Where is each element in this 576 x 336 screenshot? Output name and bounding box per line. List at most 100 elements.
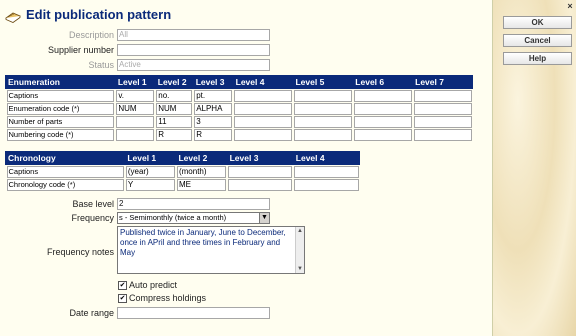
row-label: Enumeration code (*) <box>6 102 115 115</box>
frequency-notes-label: Frequency notes <box>46 247 114 257</box>
enum-cell-input[interactable]: R <box>194 128 233 141</box>
description-label: Description <box>68 30 114 40</box>
enumeration-table: Enumeration Level 1 Level 2 Level 3 Leve… <box>5 75 473 141</box>
enum-cell-input[interactable] <box>353 102 412 115</box>
enum-cell-input[interactable] <box>353 115 412 128</box>
frequency-notes-text: Published twice in January, June to Dece… <box>120 228 286 257</box>
row-label-cell: Enumeration code (*) <box>5 102 116 115</box>
scroll-down-icon[interactable]: ▼ <box>296 265 304 273</box>
row-label-cell: Captions <box>5 88 116 102</box>
scrollbar[interactable]: ▲ ▼ <box>295 227 304 273</box>
enum-cell-input[interactable] <box>234 102 292 115</box>
row-label-cell: Numbering code (*) <box>5 128 116 141</box>
enumeration-header-row: Enumeration Level 1 Level 2 Level 3 Leve… <box>5 75 473 89</box>
frequency-select[interactable]: s - Semimonthly (twice a month) ▼ <box>117 212 270 224</box>
ok-button[interactable]: OK <box>503 16 572 29</box>
enum-cell-input[interactable]: 3 <box>194 115 233 128</box>
row-label-cell: Captions <box>5 164 125 178</box>
enum-level-header: Level 2 <box>154 75 194 89</box>
enum-cell-input[interactable]: NUM <box>156 102 193 115</box>
table-row: Captions v. no. pt. <box>5 88 473 102</box>
date-range-input[interactable] <box>117 307 270 319</box>
cancel-button[interactable]: Cancel <box>503 34 572 47</box>
enum-cell-input[interactable] <box>353 89 412 102</box>
chevron-down-icon[interactable]: ▼ <box>259 213 269 223</box>
page-title: Edit publication pattern <box>26 7 172 22</box>
enum-cell-input[interactable]: NUM <box>116 102 155 115</box>
chron-level-header: Level 3 <box>226 151 294 165</box>
compress-holdings-checkbox[interactable]: ✔ <box>118 294 127 303</box>
chron-cell-input[interactable]: Y <box>125 178 175 191</box>
help-button[interactable]: Help <box>503 52 572 65</box>
enum-cell-input[interactable] <box>293 115 352 128</box>
table-row: Number of parts 11 3 <box>5 115 473 128</box>
enum-cell-input[interactable] <box>116 128 155 141</box>
chron-cell-input[interactable]: ME <box>176 178 227 191</box>
row-label: Numbering code (*) <box>6 128 115 141</box>
chron-cell-input[interactable] <box>228 165 293 178</box>
chron-level-header: Level 4 <box>292 151 361 165</box>
enum-cell-input[interactable]: ALPHA <box>194 102 233 115</box>
chron-level-header: Level 1 <box>124 151 177 165</box>
row-label: Captions <box>6 165 124 178</box>
base-level-input[interactable]: 2 <box>117 198 270 210</box>
base-level-label: Base level <box>72 199 114 209</box>
chron-cell-input[interactable]: (year) <box>125 165 175 178</box>
table-row: Chronology code (*) Y ME <box>5 178 360 191</box>
row-label: Captions <box>6 89 115 102</box>
chron-cell-input[interactable]: (month) <box>176 165 227 178</box>
frequency-notes-textarea[interactable]: Published twice in January, June to Dece… <box>117 226 305 274</box>
enum-cell-input[interactable]: v. <box>116 89 155 102</box>
enum-cell-input[interactable] <box>413 115 472 128</box>
frequency-label: Frequency <box>71 213 114 223</box>
enum-cell-input[interactable]: R <box>156 128 193 141</box>
enum-cell-input[interactable] <box>116 115 155 128</box>
enum-cell-input[interactable]: pt. <box>194 89 233 102</box>
chronology-header: Chronology <box>4 151 126 165</box>
table-row: Enumeration code (*) NUM NUM ALPHA <box>5 102 473 115</box>
chron-cell-input[interactable] <box>294 165 359 178</box>
chron-cell-input[interactable] <box>228 178 293 191</box>
enum-cell-input[interactable] <box>353 128 412 141</box>
auto-predict-checkbox[interactable]: ✔ <box>118 281 127 290</box>
supplier-number-input[interactable] <box>117 44 270 56</box>
enum-cell-input[interactable] <box>293 89 352 102</box>
chronology-header-row: Chronology Level 1 Level 2 Level 3 Level… <box>4 151 361 165</box>
close-icon[interactable]: × <box>566 2 574 11</box>
enum-level-header: Level 1 <box>114 75 156 89</box>
description-input[interactable]: All <box>117 29 270 41</box>
row-label-cell: Number of parts <box>5 115 116 128</box>
date-range-label: Date range <box>69 308 114 318</box>
enum-cell-input[interactable]: no. <box>156 89 193 102</box>
enum-cell-input[interactable] <box>234 115 292 128</box>
book-icon <box>5 12 21 23</box>
enum-level-header: Level 6 <box>352 75 414 89</box>
status-input[interactable]: Active <box>117 59 270 71</box>
enum-level-header: Level 7 <box>412 75 473 89</box>
enum-cell-input[interactable] <box>293 102 352 115</box>
row-label-cell: Chronology code (*) <box>5 178 125 191</box>
status-label: Status <box>88 60 114 70</box>
supplier-number-label: Supplier number <box>47 45 114 55</box>
scroll-up-icon[interactable]: ▲ <box>296 227 304 235</box>
chron-cell-input[interactable] <box>294 178 359 191</box>
enum-cell-input[interactable] <box>234 128 292 141</box>
row-label: Number of parts <box>6 115 115 128</box>
enum-level-header: Level 3 <box>192 75 234 89</box>
enum-level-header: Level 5 <box>292 75 354 89</box>
enum-cell-input[interactable] <box>413 89 472 102</box>
enum-cell-input[interactable]: 11 <box>156 115 193 128</box>
chronology-table: Chronology Level 1 Level 2 Level 3 Level… <box>4 151 361 191</box>
enumeration-header: Enumeration <box>5 75 116 89</box>
side-panel: × OK Cancel Help <box>493 0 576 336</box>
frequency-selected-value: s - Semimonthly (twice a month) <box>119 213 227 222</box>
enum-cell-input[interactable] <box>234 89 292 102</box>
enum-cell-input[interactable] <box>413 102 472 115</box>
enum-cell-input[interactable] <box>413 128 472 141</box>
enum-cell-input[interactable] <box>293 128 352 141</box>
enum-level-header: Level 4 <box>232 75 294 89</box>
table-row: Captions (year) (month) <box>5 164 360 178</box>
chron-level-header: Level 2 <box>175 151 228 165</box>
row-label: Chronology code (*) <box>6 178 124 191</box>
table-row: Numbering code (*) R R <box>5 128 473 141</box>
